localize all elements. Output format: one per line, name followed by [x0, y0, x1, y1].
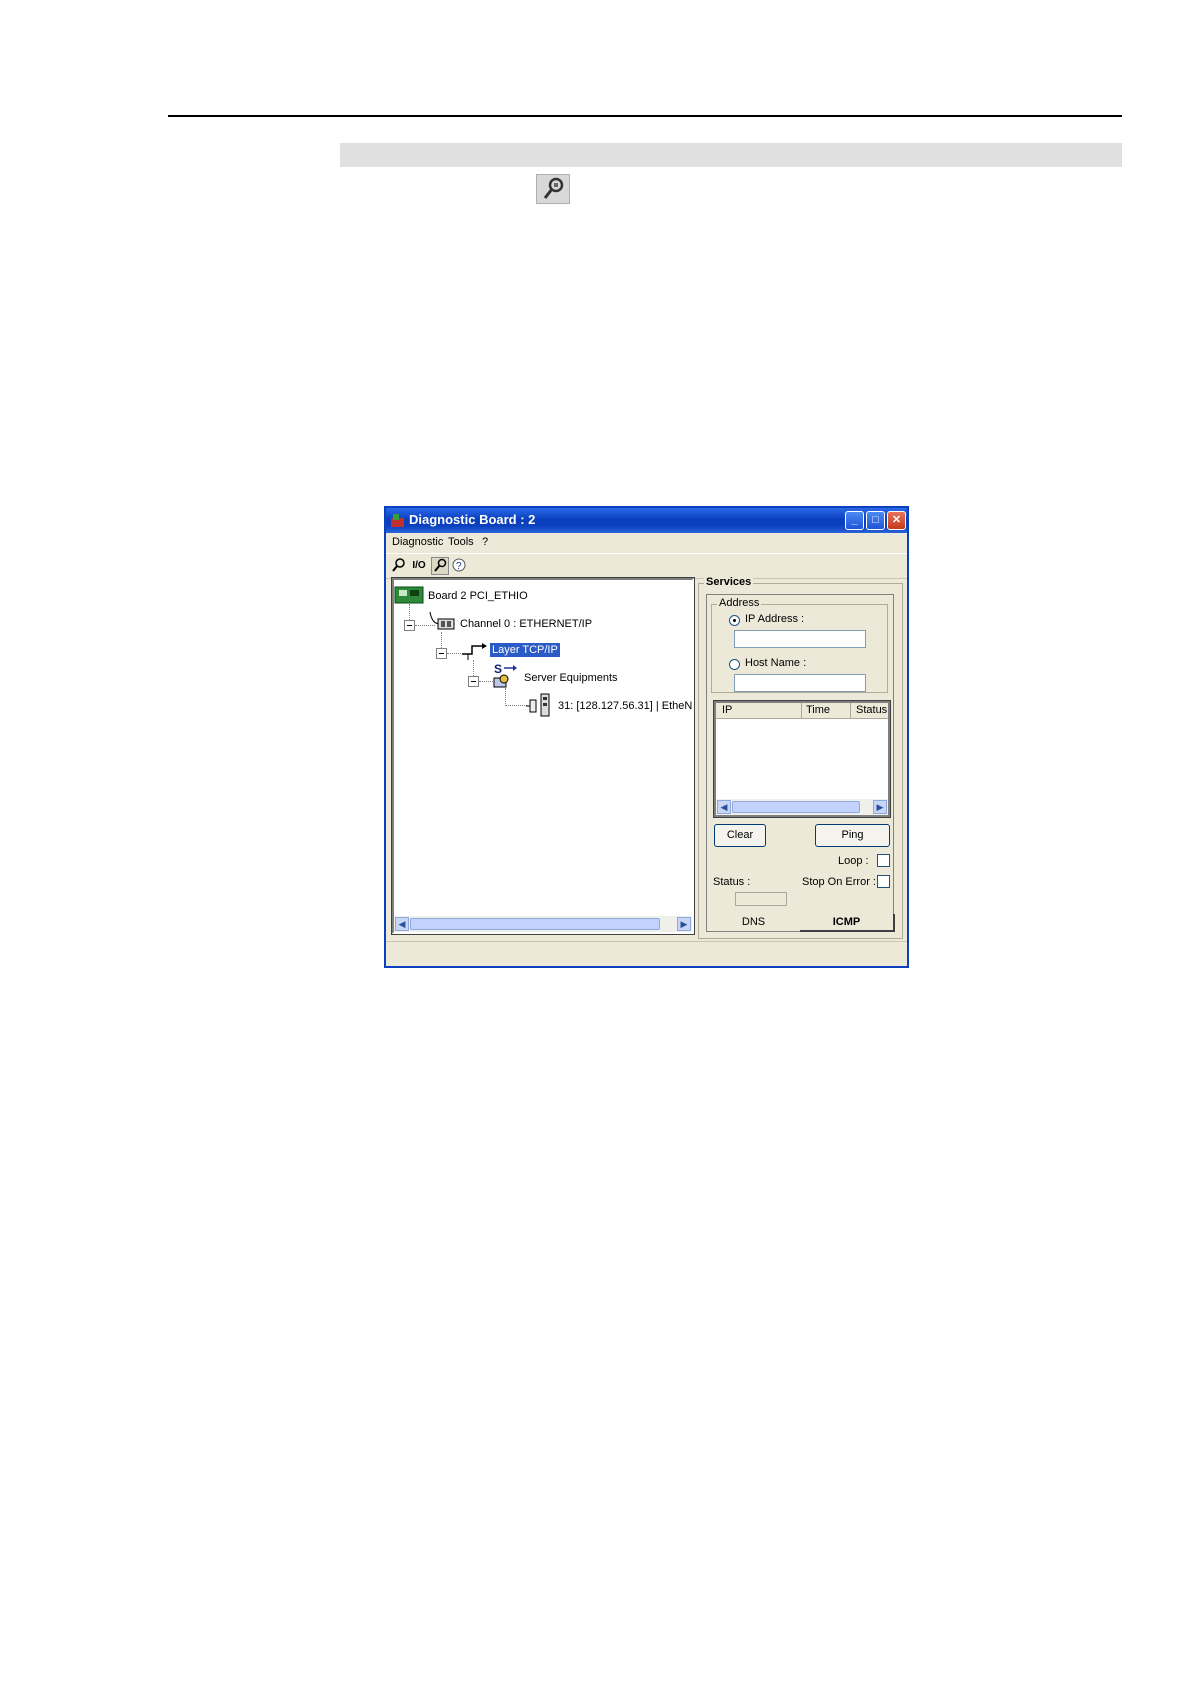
host-name-field[interactable] — [734, 674, 866, 692]
device-icon — [526, 693, 550, 717]
clear-button[interactable]: Clear — [714, 824, 766, 847]
tree-node-board[interactable]: Board 2 PCI_ETHIO — [428, 590, 528, 602]
host-name-radio[interactable] — [729, 659, 740, 670]
scroll-left-icon[interactable]: ◀ — [395, 917, 409, 931]
tab-dns[interactable]: DNS — [706, 914, 801, 932]
close-button[interactable]: ✕ — [887, 511, 906, 530]
tree-node-server[interactable]: Server Equipments — [524, 672, 618, 684]
tree-line — [447, 653, 461, 654]
scroll-right-icon[interactable]: ▶ — [873, 800, 887, 814]
server-icon — [493, 674, 509, 688]
ip-address-label: IP Address : — [745, 613, 805, 625]
svg-text:?: ? — [456, 561, 462, 572]
status-bar — [386, 941, 907, 966]
collapse-toggle[interactable] — [404, 620, 415, 631]
maximize-button[interactable]: □ — [866, 511, 885, 530]
column-ip[interactable]: IP — [722, 704, 732, 716]
scroll-left-icon[interactable]: ◀ — [717, 800, 731, 814]
list-header: IP Time Status — [716, 703, 888, 719]
tree-line — [473, 660, 474, 676]
diagnostic-window: Diagnostic Board : 2 _ □ ✕ Diagnostic To… — [384, 506, 909, 968]
tree-horizontal-scrollbar[interactable]: ◀ ▶ — [394, 916, 692, 932]
menu-diagnostic[interactable]: Diagnostic — [392, 536, 443, 548]
menu-tools[interactable]: Tools — [448, 536, 474, 548]
section-heading-band — [340, 143, 1122, 167]
equipment-tree: Board 2 PCI_ETHIO Channel 0 : ETHERNET/I… — [391, 577, 695, 935]
collapse-toggle[interactable] — [436, 648, 447, 659]
minimize-button[interactable]: _ — [845, 511, 864, 530]
window-title: Diagnostic Board : 2 — [409, 512, 536, 527]
services-label: Services — [704, 576, 754, 588]
list-horizontal-scrollbar[interactable]: ◀ ▶ — [716, 799, 888, 815]
column-separator — [801, 703, 802, 718]
title-bar: Diagnostic Board : 2 _ □ ✕ — [386, 508, 907, 533]
io-icon[interactable]: I/O — [408, 557, 430, 575]
ip-address-radio[interactable] — [729, 615, 740, 626]
diagnostic-tool-icon — [536, 174, 570, 204]
tree-line — [505, 688, 506, 706]
scroll-thumb[interactable] — [410, 918, 660, 930]
menu-bar: Diagnostic Tools ? — [386, 533, 907, 553]
collapse-toggle[interactable] — [468, 676, 479, 687]
app-icon — [391, 514, 404, 527]
host-name-label: Host Name : — [745, 657, 807, 669]
ip-address-field[interactable] — [734, 630, 866, 648]
network-layer-icon — [462, 643, 487, 660]
toolbar: I/O ? — [386, 553, 907, 579]
scroll-thumb[interactable] — [732, 801, 860, 813]
scroll-right-icon[interactable]: ▶ — [677, 917, 691, 931]
arrow-right-icon — [504, 665, 517, 671]
ping-results-list[interactable]: IP Time Status ◀ ▶ — [713, 700, 891, 818]
magnifier-icon[interactable] — [390, 557, 408, 575]
loop-label: Loop : — [838, 855, 869, 867]
status-field — [735, 892, 787, 906]
column-status[interactable]: Status — [856, 704, 887, 716]
tree-line — [441, 632, 442, 648]
tree-line — [409, 604, 410, 620]
tree-line — [479, 681, 493, 682]
loop-checkbox[interactable] — [877, 854, 890, 867]
column-separator — [850, 703, 851, 718]
tree-node-device[interactable]: 31: [128.127.56.31] | EtheN — [558, 700, 692, 712]
address-label: Address — [717, 597, 762, 609]
menu-help[interactable]: ? — [482, 536, 488, 548]
tab-icmp[interactable]: ICMP — [800, 914, 895, 932]
stop-on-error-label: Stop On Error : — [802, 876, 876, 888]
stop-on-error-checkbox[interactable] — [877, 875, 890, 888]
diagnostic-tool-icon[interactable] — [431, 557, 449, 575]
channel-icon — [429, 611, 455, 630]
ping-button[interactable]: Ping — [815, 824, 890, 847]
tree-node-channel[interactable]: Channel 0 : ETHERNET/IP — [460, 618, 592, 630]
column-time[interactable]: Time — [806, 704, 830, 716]
board-icon — [394, 586, 424, 604]
status-label: Status : — [713, 876, 751, 888]
help-icon[interactable]: ? — [450, 557, 468, 575]
tree-node-layer[interactable]: Layer TCP/IP — [490, 643, 560, 657]
header-rule — [168, 115, 1122, 117]
